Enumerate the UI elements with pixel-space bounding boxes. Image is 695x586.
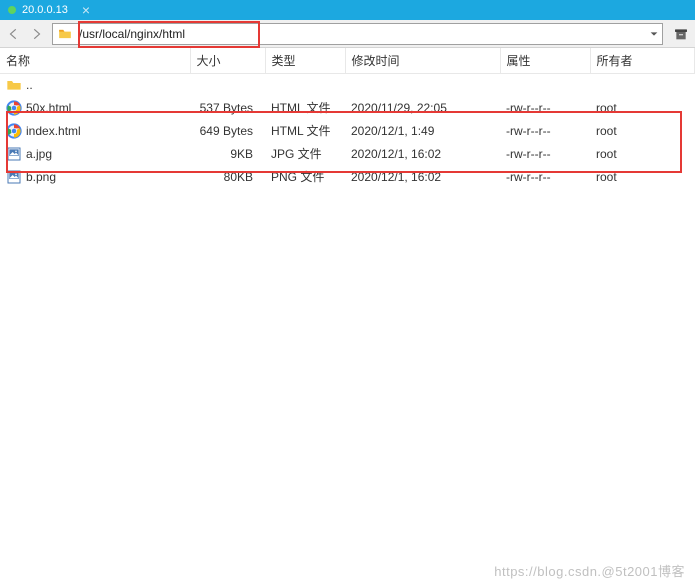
- file-type: HTML 文件: [265, 119, 345, 142]
- file-type: PNG 文件: [265, 165, 345, 188]
- file-date: 2020/12/1, 1:49: [345, 119, 500, 142]
- file-size: 649 Bytes: [190, 119, 265, 142]
- file-attr: -rw-r--r--: [500, 142, 590, 165]
- file-date: 2020/12/1, 16:02: [345, 142, 500, 165]
- folder-icon: [57, 26, 73, 42]
- file-name: a.jpg: [26, 147, 52, 161]
- toolbar: [0, 20, 695, 48]
- chrome-icon: [6, 100, 22, 116]
- forward-button[interactable]: [26, 24, 46, 44]
- file-date: [345, 74, 500, 97]
- file-attr: -rw-r--r--: [500, 119, 590, 142]
- back-button[interactable]: [4, 24, 24, 44]
- file-date: 2020/11/29, 22:05: [345, 96, 500, 119]
- watermark-text: https://blog.csdn.@5t2001博客: [494, 561, 685, 580]
- tab-close-icon[interactable]: ×: [82, 2, 90, 18]
- col-date-header[interactable]: 修改时间: [345, 48, 500, 74]
- table-row[interactable]: index.html 649 Bytes HTML 文件 2020/12/1, …: [0, 119, 695, 142]
- table-row[interactable]: b.png 80KB PNG 文件 2020/12/1, 16:02 -rw-r…: [0, 165, 695, 188]
- table-row[interactable]: 50x.html 537 Bytes HTML 文件 2020/11/29, 2…: [0, 96, 695, 119]
- tab-active[interactable]: 20.0.0.13 ×: [0, 0, 98, 20]
- path-dropdown-icon[interactable]: [646, 24, 662, 44]
- png-icon: [6, 169, 22, 185]
- file-owner: root: [590, 165, 695, 188]
- file-name: b.png: [26, 170, 56, 184]
- file-attr: -rw-r--r--: [500, 96, 590, 119]
- file-owner: [590, 74, 695, 97]
- connection-status-dot: [8, 6, 16, 14]
- tab-bar: 20.0.0.13 ×: [0, 0, 695, 20]
- file-owner: root: [590, 119, 695, 142]
- file-type: [265, 74, 345, 97]
- file-name: 50x.html: [26, 101, 71, 115]
- file-attr: -rw-r--r--: [500, 165, 590, 188]
- file-type: HTML 文件: [265, 96, 345, 119]
- path-input[interactable]: [77, 27, 646, 41]
- file-size: [190, 74, 265, 97]
- col-attr-header[interactable]: 属性: [500, 48, 590, 74]
- file-list-table: 名称 大小 类型 修改时间 属性 所有者 .. 50x.html 537 Byt…: [0, 48, 695, 188]
- folder-up-icon: [6, 77, 22, 93]
- jpg-icon: [6, 146, 22, 162]
- file-type: JPG 文件: [265, 142, 345, 165]
- col-owner-header[interactable]: 所有者: [590, 48, 695, 74]
- file-name: index.html: [26, 124, 81, 138]
- file-name: ..: [26, 78, 33, 92]
- file-size: 80KB: [190, 165, 265, 188]
- table-row[interactable]: a.jpg 9KB JPG 文件 2020/12/1, 16:02 -rw-r-…: [0, 142, 695, 165]
- file-date: 2020/12/1, 16:02: [345, 165, 500, 188]
- file-attr: [500, 74, 590, 97]
- path-input-container: [52, 23, 663, 45]
- file-owner: root: [590, 142, 695, 165]
- col-type-header[interactable]: 类型: [265, 48, 345, 74]
- table-row[interactable]: ..: [0, 74, 695, 97]
- file-size: 9KB: [190, 142, 265, 165]
- col-name-header[interactable]: 名称: [0, 48, 190, 74]
- tab-title: 20.0.0.13: [22, 4, 68, 16]
- file-size: 537 Bytes: [190, 96, 265, 119]
- file-owner: root: [590, 96, 695, 119]
- chrome-icon: [6, 123, 22, 139]
- col-size-header[interactable]: 大小: [190, 48, 265, 74]
- bookmark-button[interactable]: [671, 24, 691, 44]
- table-header-row: 名称 大小 类型 修改时间 属性 所有者: [0, 48, 695, 74]
